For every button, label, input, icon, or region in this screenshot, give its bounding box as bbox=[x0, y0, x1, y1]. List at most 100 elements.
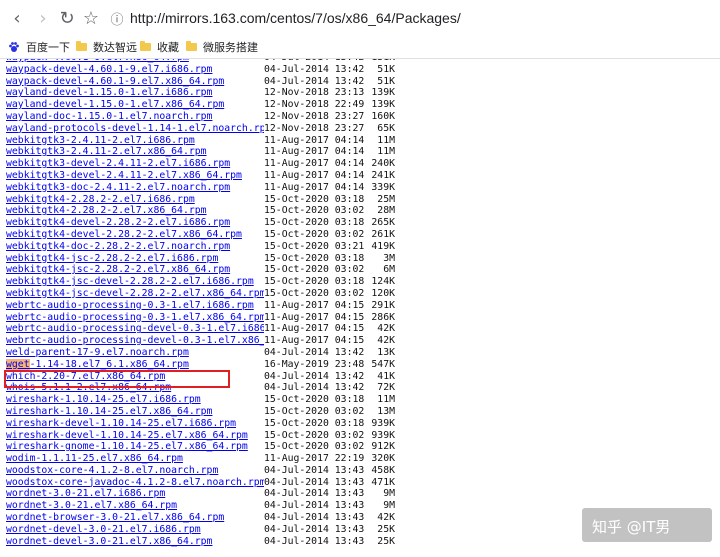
info-icon[interactable]: ⓘ bbox=[106, 7, 128, 29]
file-link[interactable]: weld-parent-17-9.el7.noarch.rpm bbox=[6, 347, 264, 359]
file-link[interactable]: webkitgtk3-2.4.11-2.el7.i686.rpm bbox=[6, 135, 264, 147]
file-row: webkitgtk3-devel-2.4.11-2.el7.x86_64.rpm… bbox=[6, 170, 395, 182]
file-link[interactable]: wireshark-devel-1.10.14-25.el7.x86_64.rp… bbox=[6, 430, 264, 442]
file-row: webrtc-audio-processing-0.3-1.el7.x86_64… bbox=[6, 312, 395, 324]
star-icon[interactable]: ☆ bbox=[80, 7, 102, 29]
file-row: webrtc-audio-processing-0.3-1.el7.i686.r… bbox=[6, 300, 395, 312]
file-date: 15-Oct-2020 03:21 bbox=[264, 240, 365, 252]
folder-icon bbox=[140, 41, 151, 51]
file-link[interactable]: webkitgtk3-devel-2.4.11-2.el7.i686.rpm bbox=[6, 158, 264, 170]
file-row: webkitgtk4-2.28.2-2.el7.x86_64.rpm 15-Oct… bbox=[6, 205, 395, 217]
file-link[interactable]: wordnet-devel-3.0-21.el7.x86_64.rpm bbox=[6, 536, 264, 548]
file-row: webkitgtk3-doc-2.4.11-2.el7.noarch.rpm 11… bbox=[6, 182, 395, 194]
file-date: 15-Oct-2020 03:02 bbox=[264, 228, 365, 240]
file-date: 11-Aug-2017 04:14 bbox=[264, 146, 365, 158]
file-link[interactable]: wget-1.14-18.el7_6.1.x86_64.rpm bbox=[6, 358, 264, 371]
file-link[interactable]: waypack-devel-4.60.1-9.el7.i686.rpm bbox=[6, 64, 264, 76]
file-size: 120K bbox=[371, 287, 395, 299]
file-row: wireshark-1.10.14-25.el7.i686.rpm 15-Oct-… bbox=[6, 394, 395, 406]
file-link[interactable]: wireshark-devel-1.10.14-25.el7.i686.rpm bbox=[6, 418, 264, 430]
file-link[interactable]: wayland-devel-1.15.0-1.el7.i686.rpm bbox=[6, 87, 264, 99]
file-link[interactable]: webkitgtk3-2.4.11-2.el7.x86_64.rpm bbox=[6, 146, 264, 158]
address-bar[interactable]: http://mirrors.163.com/centos/7/os/x86_6… bbox=[130, 10, 461, 26]
file-link[interactable]: waypack-devel-4.60.1-9.el7.x86_64.rpm bbox=[6, 76, 264, 88]
file-size: 51K bbox=[377, 75, 395, 87]
file-link[interactable]: woodstox-core-javadoc-4.1.2-8.el7.noarch… bbox=[6, 477, 264, 489]
file-date: 04-Jul-2014 13:42 bbox=[264, 370, 365, 382]
file-date: 11-Aug-2017 04:15 bbox=[264, 323, 365, 335]
file-link[interactable]: wayland-devel-1.15.0-1.el7.x86_64.rpm bbox=[6, 99, 264, 111]
file-link[interactable]: webkitgtk4-doc-2.28.2-2.el7.noarch.rpm bbox=[6, 241, 264, 253]
file-link[interactable]: which-2.20-7.el7.x86_64.rpm bbox=[6, 371, 264, 383]
file-date: 12-Nov-2018 23:27 bbox=[264, 122, 365, 134]
file-link[interactable]: webrtc-audio-processing-0.3-1.el7.i686.r… bbox=[6, 300, 264, 312]
file-link[interactable]: woodstox-core-4.1.2-8.el7.noarch.rpm bbox=[6, 465, 264, 477]
file-link[interactable]: webkitgtk4-jsc-devel-2.28.2-2.el7.x86_64… bbox=[6, 288, 264, 300]
file-size: 160K bbox=[371, 110, 395, 122]
file-size: 13K bbox=[377, 346, 395, 358]
file-row: waypack-devel-4.60.1-9.el7.i686.rpm 04-Ju… bbox=[6, 64, 395, 76]
file-link[interactable]: wordnet-browser-3.0-21.el7.x86_64.rpm bbox=[6, 512, 264, 524]
baidu-paw-icon bbox=[9, 42, 19, 52]
file-date: 04-Jul-2014 13:42 bbox=[264, 75, 365, 87]
file-row: wireshark-devel-1.10.14-25.el7.i686.rpm 1… bbox=[6, 418, 395, 430]
forward-icon[interactable]: › bbox=[32, 7, 54, 29]
file-date: 11-Aug-2017 22:19 bbox=[264, 453, 365, 465]
file-date: 15-Oct-2020 03:18 bbox=[264, 252, 365, 264]
file-link[interactable]: webrtc-audio-processing-devel-0.3-1.el7.… bbox=[6, 335, 264, 347]
file-link[interactable]: webkitgtk4-devel-2.28.2-2.el7.i686.rpm bbox=[6, 217, 264, 229]
file-link[interactable]: webkitgtk4-jsc-2.28.2-2.el7.i686.rpm bbox=[6, 253, 264, 265]
file-size: 9M bbox=[383, 488, 395, 500]
file-link[interactable]: wayland-doc-1.15.0-1.el7.noarch.rpm bbox=[6, 111, 264, 123]
file-link[interactable]: wayland-protocols-devel-1.14-1.el7.noarc… bbox=[6, 123, 264, 135]
file-row: wayland-protocols-devel-1.14-1.el7.noarc… bbox=[6, 123, 395, 135]
file-date: 15-Oct-2020 03:02 bbox=[264, 429, 365, 441]
file-link[interactable]: webkitgtk3-devel-2.4.11-2.el7.x86_64.rpm bbox=[6, 170, 264, 182]
file-link[interactable]: wodim-1.1.11-25.el7.x86_64.rpm bbox=[6, 453, 264, 465]
file-row: wayland-devel-1.15.0-1.el7.i686.rpm 12-No… bbox=[6, 87, 395, 99]
file-link[interactable]: whois-5.1.1-2.el7.x86_64.rpm bbox=[6, 382, 264, 394]
reload-icon[interactable]: ↻ bbox=[56, 7, 78, 29]
file-size: 13M bbox=[377, 405, 395, 417]
file-link[interactable]: wordnet-devel-3.0-21.el7.i686.rpm bbox=[6, 524, 264, 536]
file-date: 04-Jul-2014 13:43 bbox=[264, 464, 365, 476]
file-size: 9M bbox=[383, 500, 395, 512]
file-link[interactable]: webrtc-audio-processing-devel-0.3-1.el7.… bbox=[6, 323, 264, 335]
file-link[interactable]: webkitgtk4-jsc-2.28.2-2.el7.x86_64.rpm bbox=[6, 264, 264, 276]
bookmark-folder-shuda[interactable]: 数达智远 bbox=[76, 39, 137, 55]
file-link[interactable]: wireshark-1.10.14-25.el7.i686.rpm bbox=[6, 394, 264, 406]
file-size: 72K bbox=[377, 382, 395, 394]
bookmark-label: 微服务搭建 bbox=[203, 41, 258, 54]
file-size: 291K bbox=[371, 299, 395, 311]
file-row: webkitgtk3-2.4.11-2.el7.i686.rpm 11-Aug-2… bbox=[6, 135, 395, 147]
file-link[interactable]: wireshark-gnome-1.10.14-25.el7.x86_64.rp… bbox=[6, 441, 264, 453]
bookmark-baidu[interactable]: 百度一下 bbox=[8, 39, 70, 55]
file-size: 124K bbox=[371, 276, 395, 288]
back-icon[interactable]: ‹ bbox=[6, 7, 28, 29]
folder-icon bbox=[76, 41, 87, 51]
file-size: 42K bbox=[377, 512, 395, 524]
file-link[interactable]: wireshark-1.10.14-25.el7.x86_64.rpm bbox=[6, 406, 264, 418]
file-date: 12-Nov-2018 23:13 bbox=[264, 87, 365, 99]
file-row: webkitgtk4-doc-2.28.2-2.el7.noarch.rpm 15… bbox=[6, 241, 395, 253]
file-size: 3M bbox=[383, 252, 395, 264]
file-link[interactable]: webkitgtk4-2.28.2-2.el7.x86_64.rpm bbox=[6, 205, 264, 217]
file-link[interactable]: wordnet-3.0-21.el7.i686.rpm bbox=[6, 488, 264, 500]
file-row: woodstox-core-4.1.2-8.el7.noarch.rpm 04-J… bbox=[6, 465, 395, 477]
file-row: webkitgtk4-devel-2.28.2-2.el7.x86_64.rpm… bbox=[6, 229, 395, 241]
file-link[interactable]: webrtc-audio-processing-0.3-1.el7.x86_64… bbox=[6, 312, 264, 324]
file-row: waypack-devel-4.60.1-9.el7.x86_64.rpm 04-… bbox=[6, 76, 395, 88]
file-date: 04-Jul-2014 13:43 bbox=[264, 476, 365, 488]
bookmark-folder-favorites[interactable]: 收藏 bbox=[140, 39, 179, 55]
file-link[interactable]: webkitgtk3-doc-2.4.11-2.el7.noarch.rpm bbox=[6, 182, 264, 194]
file-size: 265K bbox=[371, 217, 395, 229]
bookmark-folder-microservice[interactable]: 微服务搭建 bbox=[186, 39, 258, 55]
file-size: 25M bbox=[377, 193, 395, 205]
file-link[interactable]: webkitgtk4-devel-2.28.2-2.el7.x86_64.rpm bbox=[6, 229, 264, 241]
file-link[interactable]: webkitgtk4-2.28.2-2.el7.i686.rpm bbox=[6, 194, 264, 206]
file-link[interactable]: webkitgtk4-jsc-devel-2.28.2-2.el7.i686.r… bbox=[6, 276, 264, 288]
file-link[interactable]: wordnet-3.0-21.el7.x86_64.rpm bbox=[6, 500, 264, 512]
file-row: webkitgtk3-devel-2.4.11-2.el7.i686.rpm 11… bbox=[6, 158, 395, 170]
file-size: 11M bbox=[377, 146, 395, 158]
file-date: 04-Jul-2014 13:43 bbox=[264, 523, 365, 535]
